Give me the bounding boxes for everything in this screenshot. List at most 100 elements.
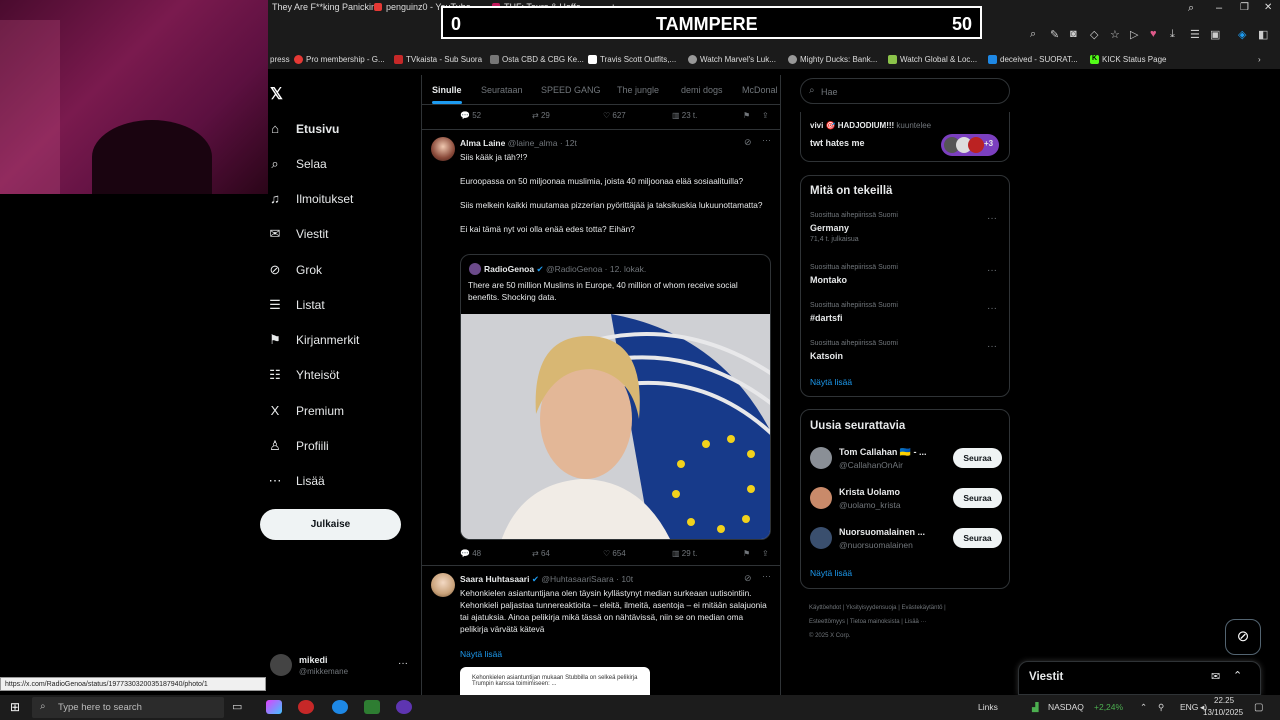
bookmark-item[interactable]: Travis Scott Outfits,... [588, 55, 676, 64]
account-switcher[interactable]: mikedi @mikkemane ··· [270, 654, 410, 680]
sidebar-icon[interactable]: ◧ [1258, 28, 1268, 41]
avatar[interactable] [431, 137, 455, 161]
author-handle[interactable]: @HuhtasaariSaara [541, 574, 613, 584]
bookmark-item[interactable]: deceived - SUORAT... [988, 55, 1078, 64]
follow-suggestion[interactable]: Nuorsuomalainen ... @nuorsuomalainen Seura… [810, 524, 1002, 552]
sidebar-item-profiili[interactable]: ♙ Profiili [268, 438, 329, 454]
minimize-icon[interactable]: – [1216, 2, 1222, 14]
tab-mcdonal[interactable]: McDonal [742, 85, 778, 95]
more-icon[interactable]: ··· [987, 341, 997, 352]
tweet[interactable]: Saara Huhtasaari ✔ @HuhtasaariSaara · 10… [422, 567, 780, 695]
suggestion-name[interactable]: Tom Callahan 🇺🇦 - ... [839, 447, 927, 458]
x-logo-icon[interactable]: 𝕏 [270, 84, 283, 104]
tray-chevron-icon[interactable]: ⌃ [1140, 702, 1147, 713]
like-button[interactable]: ♡ 627 [603, 111, 626, 120]
reply-button[interactable]: 💬 52 [460, 111, 481, 120]
tab-speed-gang[interactable]: SPEED GANG [541, 85, 601, 95]
avatar[interactable] [810, 447, 832, 469]
app-icon[interactable] [364, 700, 380, 714]
repost-button[interactable]: ⇄ 29 [532, 111, 550, 120]
bookmark-item[interactable]: Osta CBD & CBG Ke... [490, 55, 584, 64]
bookmark-button[interactable]: ⚑ [743, 549, 750, 558]
close-icon[interactable]: ✕ [1264, 2, 1272, 13]
tab-demi-dogs[interactable]: demi dogs [681, 85, 723, 95]
download-icon[interactable]: ⤓ [1170, 28, 1175, 41]
sidebar-item-grok[interactable]: ⊘ Grok [268, 262, 322, 278]
sidebar-item-ilmoitukset[interactable]: ♫ Ilmoitukset [268, 191, 353, 206]
footer-link[interactable]: Lisää ··· [905, 619, 927, 625]
search-icon[interactable]: ⌕ [1188, 2, 1194, 15]
sidebar-item-lisää[interactable]: ⋯ Lisää [268, 473, 325, 489]
camera-icon[interactable]: ◙ [1070, 28, 1077, 40]
taskbar-search-input[interactable]: ⌕ Type here to search [32, 697, 224, 718]
more-icon[interactable]: ··· [398, 658, 408, 669]
quote-image[interactable] [461, 314, 770, 539]
quoted-tweet[interactable]: RadioGenoa ✔ @RadioGenoa · 12. lokak. Th… [460, 254, 771, 540]
bookmark-item[interactable]: TVkaista - Sub Suora [394, 55, 482, 64]
follow-button[interactable]: Seuraa [953, 488, 1002, 508]
search-input[interactable]: ⌕ Hae [800, 78, 1010, 104]
image-card[interactable]: Kehonkielen asiantuntijan mukaan Stubbil… [460, 667, 650, 695]
sidebar-item-premium[interactable]: X Premium [268, 403, 344, 418]
shield-icon[interactable]: ◇ [1090, 28, 1098, 41]
windows-start-icon[interactable]: ⊞ [10, 700, 20, 714]
footer-link[interactable]: Käyttöehdot [809, 605, 841, 611]
grok-icon[interactable]: ⊘ [744, 573, 752, 584]
post-button[interactable]: Julkaise [260, 509, 401, 540]
share-button[interactable]: ⇪ [762, 549, 769, 558]
bookmark-item[interactable]: Mighty Ducks: Bank... [788, 55, 877, 64]
bookmark-item[interactable]: Watch Global & Loc... [888, 55, 977, 64]
more-icon[interactable]: ··· [762, 571, 771, 581]
more-icon[interactable]: ··· [987, 303, 997, 314]
opera-icon[interactable] [298, 700, 314, 714]
bookmark-button[interactable]: ⚑ [743, 111, 750, 120]
author-handle[interactable]: @laine_alma [508, 138, 558, 148]
follow-button[interactable]: Seuraa [953, 528, 1002, 548]
bookmark-item[interactable]: Watch Marvel's Luk... [688, 55, 776, 64]
clock-time[interactable]: 22.25 [1214, 696, 1234, 705]
avatar[interactable] [810, 527, 832, 549]
avatar[interactable] [810, 487, 832, 509]
copilot-icon[interactable] [266, 700, 282, 714]
grok-icon[interactable]: ⊘ [744, 137, 752, 148]
share-button[interactable]: ⇪ [762, 111, 769, 120]
play-icon[interactable]: ▷ [1130, 28, 1138, 41]
follow-suggestion[interactable]: Tom Callahan 🇺🇦 - ... @CallahanOnAir Seura… [810, 444, 1002, 472]
author-name[interactable]: Alma Laine [460, 138, 505, 148]
tweet-time[interactable]: · 10t [616, 574, 633, 584]
language-indicator[interactable]: ENG [1180, 702, 1198, 712]
more-icon[interactable]: ··· [987, 213, 997, 224]
ticker-name[interactable]: NASDAQ [1048, 702, 1084, 712]
browser-tab[interactable]: They Are F**king Panickin [272, 2, 376, 12]
task-view-icon[interactable]: ▭ [232, 700, 248, 714]
live-space-card[interactable]: vivi 🎯 HADJODIUM!!! kuuntelee twt hates … [800, 112, 1010, 162]
follow-button[interactable]: Seuraa [953, 448, 1002, 468]
tab-the-jungle[interactable]: The jungle [617, 85, 659, 95]
grok-fab-button[interactable]: ⊘ [1225, 619, 1261, 655]
suggestion-name[interactable]: Nuorsuomalainen ... [839, 527, 925, 537]
repost-button[interactable]: ⇄ 64 [532, 549, 550, 558]
views-counter[interactable]: ▥ 23 t. [672, 111, 697, 120]
sidebar-item-listat[interactable]: ☰ Listat [268, 297, 325, 313]
sidebar-item-selaa[interactable]: ⌕ Selaa [268, 156, 326, 172]
show-more-link[interactable]: Näytä lisää [810, 377, 852, 387]
edit-icon[interactable]: ✎ [1050, 28, 1059, 41]
show-more-link[interactable]: Näytä lisää [460, 649, 502, 659]
sidebar-item-viestit[interactable]: ✉ Viestit [268, 226, 329, 242]
tab-seurataan[interactable]: Seurataan [481, 85, 523, 95]
collapse-icon[interactable]: ⌃ [1233, 669, 1242, 682]
notifications-icon[interactable]: ▢ [1254, 702, 1263, 713]
footer-link[interactable]: Esteettömyys [809, 619, 845, 625]
show-more-link[interactable]: Näytä lisää [810, 568, 852, 578]
tweet-time[interactable]: · 12t [560, 138, 577, 148]
more-icon[interactable]: ··· [987, 265, 997, 276]
messages-drawer[interactable]: Viestit ✉ ⌃ [1018, 661, 1261, 695]
edge-icon[interactable] [332, 700, 348, 714]
avatar[interactable] [431, 573, 455, 597]
more-icon[interactable]: ··· [762, 135, 771, 145]
sidebar-item-etusivu[interactable]: ⌂ Etusivu [268, 121, 339, 136]
like-button[interactable]: ♡ 654 [603, 549, 626, 558]
network-icon[interactable]: ⚲ [1158, 702, 1164, 713]
author-name[interactable]: Saara Huhtasaari [460, 574, 529, 584]
bookmark-item[interactable]: Pro membership - G... [294, 55, 385, 64]
